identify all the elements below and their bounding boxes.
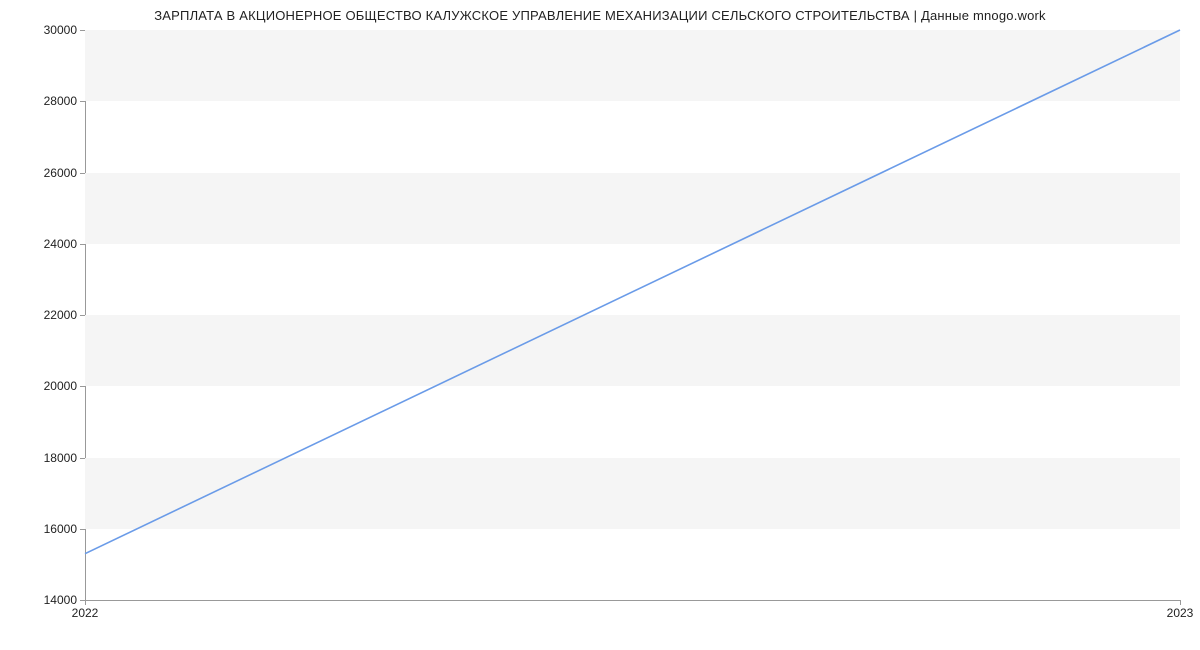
y-tick-mark — [80, 529, 85, 530]
y-tick-mark — [80, 173, 85, 174]
x-axis-line — [85, 600, 1180, 601]
y-tick-label: 26000 — [7, 166, 77, 180]
y-tick-label: 14000 — [7, 593, 77, 607]
x-tick-label: 2022 — [72, 606, 99, 620]
x-tick-label: 2023 — [1167, 606, 1194, 620]
y-tick-mark — [80, 101, 85, 102]
y-tick-mark — [80, 458, 85, 459]
y-tick-label: 20000 — [7, 379, 77, 393]
plot-area — [85, 30, 1180, 600]
chart-line-svg — [85, 30, 1180, 600]
y-tick-label: 16000 — [7, 522, 77, 536]
y-tick-mark — [80, 315, 85, 316]
y-tick-label: 22000 — [7, 308, 77, 322]
y-tick-label: 24000 — [7, 237, 77, 251]
y-tick-mark — [80, 244, 85, 245]
y-tick-mark — [80, 386, 85, 387]
data-line — [85, 30, 1180, 554]
y-tick-label: 30000 — [7, 23, 77, 37]
y-tick-label: 28000 — [7, 94, 77, 108]
chart-title: ЗАРПЛАТА В АКЦИОНЕРНОЕ ОБЩЕСТВО КАЛУЖСКО… — [0, 8, 1200, 23]
x-tick-mark — [1180, 600, 1181, 605]
x-tick-mark — [85, 600, 86, 605]
y-tick-mark — [80, 30, 85, 31]
y-tick-label: 18000 — [7, 451, 77, 465]
